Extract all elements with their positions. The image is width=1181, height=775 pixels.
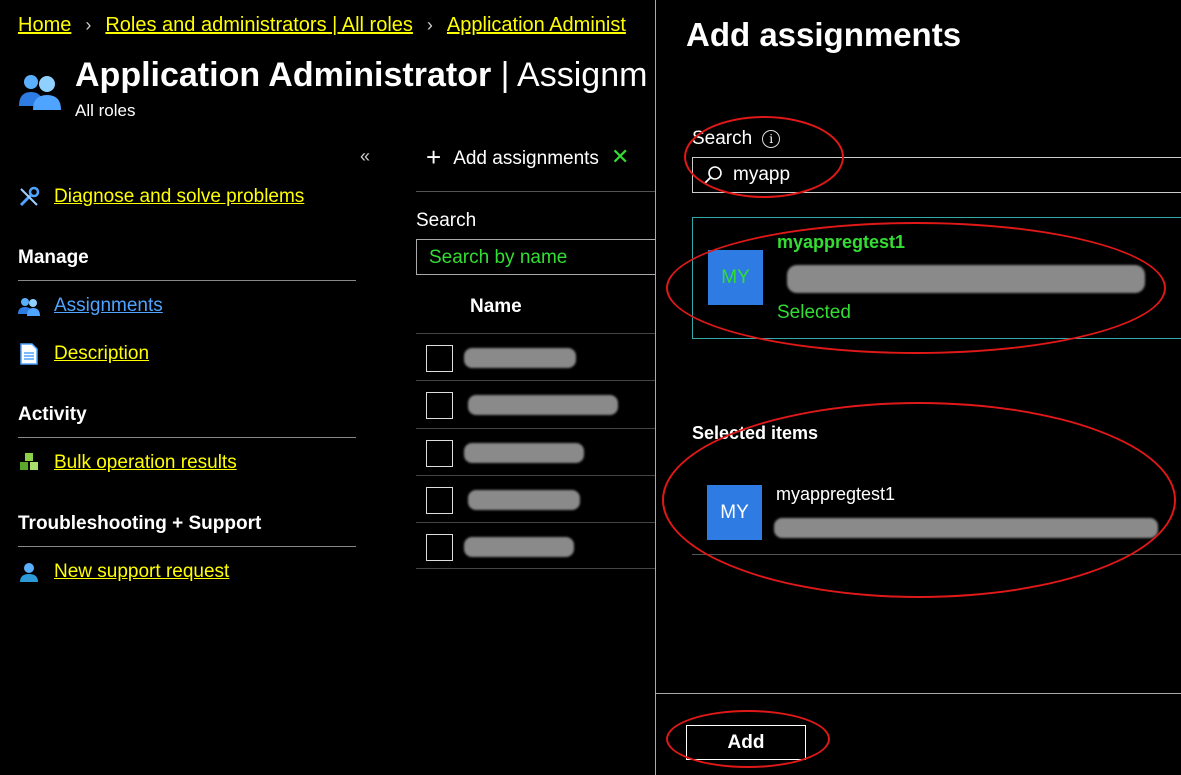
sidebar-item-label: Diagnose and solve problems: [54, 186, 305, 207]
users-role-icon: [18, 72, 62, 110]
panel-search-input[interactable]: myapp: [692, 157, 1181, 193]
search-input[interactable]: Search by name: [416, 239, 656, 275]
divider: [18, 437, 356, 438]
row-checkbox[interactable]: [426, 392, 453, 419]
name-column-header[interactable]: Name: [470, 296, 522, 318]
result-status: Selected: [777, 302, 851, 323]
search-label: Search: [416, 210, 477, 231]
wrench-icon: [18, 186, 40, 208]
redacted-text: [464, 443, 584, 463]
info-icon[interactable]: i: [762, 130, 781, 148]
redacted-text: [774, 518, 1158, 538]
breadcrumb-roles[interactable]: Roles and administrators | All roles: [105, 14, 413, 37]
row-checkbox[interactable]: [426, 487, 453, 514]
sidebar-item-bulk-results[interactable]: Bulk operation results: [18, 452, 237, 474]
cubes-icon: [18, 452, 40, 474]
divider: [18, 546, 356, 547]
breadcrumb-home[interactable]: Home: [18, 14, 71, 37]
collapse-sidebar-button[interactable]: «: [360, 146, 370, 167]
table-row[interactable]: [416, 522, 656, 569]
selected-item[interactable]: MY myappregtest1: [692, 470, 1181, 555]
users-icon: [18, 295, 40, 317]
toolbar: + Add assignments ✕: [416, 142, 656, 192]
selected-item-name: myappregtest1: [776, 484, 896, 504]
redacted-text: [468, 490, 580, 510]
support-person-icon: [18, 561, 40, 583]
table-row[interactable]: [416, 333, 656, 380]
result-name: myappregtest1: [777, 232, 906, 252]
page-subtitle: All roles: [75, 101, 136, 120]
row-checkbox[interactable]: [426, 345, 453, 372]
sidebar-item-label: New support request: [54, 561, 230, 582]
search-value: myapp: [733, 164, 791, 185]
section-manage: Manage: [18, 247, 89, 268]
table-row[interactable]: [416, 428, 656, 475]
sidebar-item-label: Bulk operation results: [54, 452, 237, 473]
sidebar-item-diagnose[interactable]: Diagnose and solve problems: [18, 186, 304, 208]
row-checkbox[interactable]: [426, 440, 453, 467]
document-icon: [18, 343, 40, 365]
breadcrumb-current[interactable]: Application Administ: [447, 14, 626, 37]
add-button[interactable]: Add: [686, 725, 806, 760]
sidebar-item-label: Description: [54, 343, 150, 364]
section-activity: Activity: [18, 404, 87, 425]
table-row[interactable]: [416, 475, 656, 522]
chevron-right-icon: ›: [85, 15, 92, 35]
table-row[interactable]: [416, 380, 656, 427]
plus-icon: +: [426, 142, 442, 172]
divider: [18, 280, 356, 281]
search-icon: [704, 166, 722, 184]
sidebar-item-label: Assignments: [54, 295, 163, 316]
add-assignments-panel: Add assignments Search i myapp MY myappr…: [655, 0, 1181, 775]
breadcrumb: Home › Roles and administrators | All ro…: [18, 14, 626, 37]
row-checkbox[interactable]: [426, 534, 453, 561]
search-result-item[interactable]: MY myappregtest1 Selected: [692, 217, 1181, 339]
redacted-text: [787, 265, 1145, 293]
sidebar-item-new-support[interactable]: New support request: [18, 561, 229, 583]
page-title: Application Administrator | Assignm: [75, 56, 648, 94]
remove-icon[interactable]: ✕: [611, 146, 629, 168]
sidebar-item-assignments[interactable]: Assignments: [18, 295, 163, 317]
divider: [656, 693, 1181, 694]
chevron-right-icon: ›: [426, 15, 433, 35]
panel-search-label: Search i: [692, 128, 781, 150]
selected-items-heading: Selected items: [692, 423, 819, 443]
redacted-text: [468, 395, 618, 415]
section-support: Troubleshooting + Support: [18, 513, 262, 534]
redacted-text: [464, 348, 576, 368]
panel-title: Add assignments: [686, 16, 962, 53]
avatar: MY: [708, 250, 763, 305]
add-assignments-button[interactable]: Add assignments: [453, 148, 599, 170]
avatar: MY: [707, 485, 762, 540]
redacted-text: [464, 537, 574, 557]
sidebar-item-description[interactable]: Description: [18, 343, 149, 365]
